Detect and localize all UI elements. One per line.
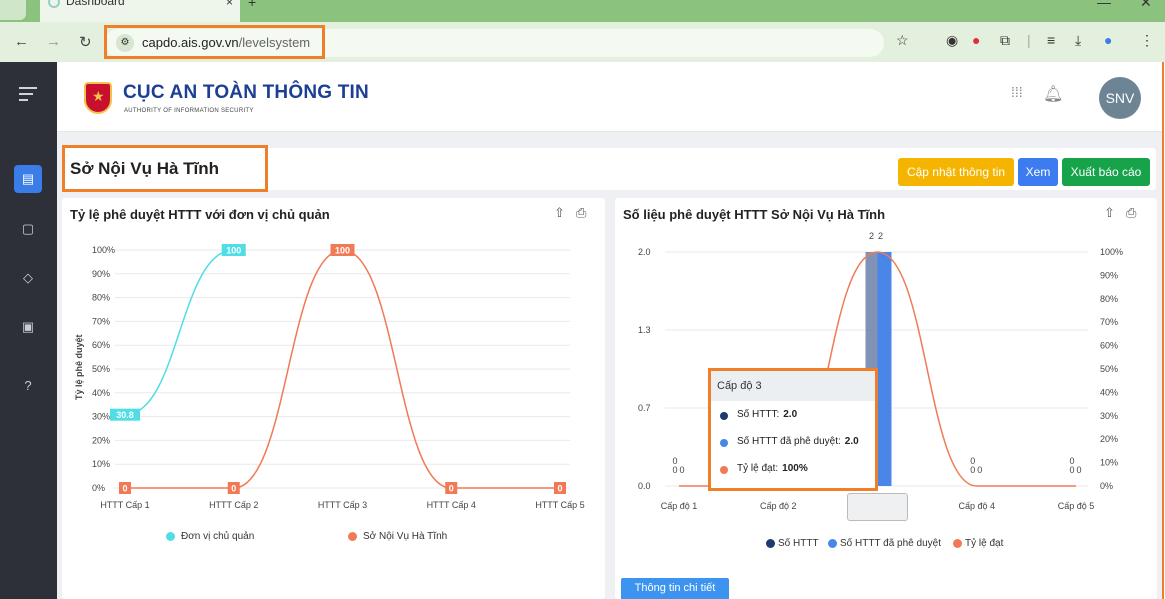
legend-dot-icon: [720, 466, 728, 474]
active-category-highlight[interactable]: [847, 493, 908, 521]
export-report-button[interactable]: Xuất báo cáo: [1062, 158, 1150, 186]
tooltip-value: 100%: [782, 463, 808, 474]
tooltip-row: Số HTTT: 2.0: [711, 401, 875, 428]
apps-grid-icon[interactable]: ⁞⁞⁞: [1011, 84, 1023, 100]
app-header: ★ CỤC AN TOÀN THÔNG TIN AUTHORITY OF INF…: [57, 62, 1162, 132]
browser-tab[interactable]: Dashboard ×: [40, 0, 240, 22]
download-icon[interactable]: ⤓: [1075, 32, 1081, 49]
org-name: CỤC AN TOÀN THÔNG TIN: [123, 82, 369, 103]
org-subtitle: AUTHORITY OF INFORMATION SECURITY: [124, 108, 254, 114]
legend-dot-icon: [828, 538, 837, 548]
legend-item[interactable]: Đơn vị chủ quản: [166, 531, 254, 542]
tab-close-icon[interactable]: ×: [226, 0, 233, 9]
star-icon: ★: [92, 88, 105, 104]
scrollbar[interactable]: [1162, 62, 1164, 599]
tab-title: Dashboard: [66, 0, 125, 8]
close-window-icon[interactable]: ✕: [1140, 0, 1152, 11]
tooltip-label: Số HTTT đã phê duyệt:: [737, 436, 841, 447]
tooltip-label: Số HTTT:: [737, 409, 780, 420]
sidebar: ▤ ▢ ◇ ▣ ?: [0, 62, 57, 599]
sidebar-item-approval[interactable]: ◇: [14, 264, 42, 292]
browser-tab-strip: Dashboard × + — ✕: [0, 0, 1165, 22]
toolbar-divider: |: [1027, 32, 1031, 48]
profile-icon[interactable]: ●: [1104, 32, 1112, 48]
browser-toolbar: ← → ↻ ⚙ capdo.ais.gov.vn/levelsystem ☆ ◉…: [0, 22, 1165, 62]
update-info-button[interactable]: Cập nhật thông tin: [898, 158, 1014, 186]
legend-item[interactable]: Tỷ lệ đạt: [953, 538, 1003, 549]
legend-dot-icon: [348, 531, 357, 541]
bell-icon[interactable]: 🔔︎: [1043, 84, 1063, 104]
legend-dot-icon: [953, 538, 962, 548]
tooltip-title: Cấp độ 3: [711, 371, 875, 401]
legend-label: Tỷ lệ đạt: [965, 538, 1004, 549]
tab-search-button[interactable]: [0, 0, 26, 20]
tab-favicon-icon: [48, 0, 60, 8]
bookmark-star-icon[interactable]: ☆: [896, 32, 909, 49]
agency-logo[interactable]: ★: [84, 82, 112, 114]
approval-rate-card: Tỷ lệ phê duyệt HTTT với đơn vị chủ quản…: [62, 198, 605, 599]
legend-dot-icon: [766, 538, 775, 548]
tooltip-value: 2.0: [783, 409, 798, 420]
export-chart-icon[interactable]: ⇧: [1104, 205, 1115, 221]
new-tab-button[interactable]: +: [248, 0, 256, 10]
menu-toggle-icon[interactable]: [19, 87, 37, 101]
legend-dot-icon: [166, 531, 175, 541]
legend-label: Số HTTT đã phê duyệt: [840, 538, 941, 549]
extension-icon[interactable]: ◉: [946, 32, 958, 49]
sidebar-item-systems[interactable]: ▢: [14, 215, 42, 243]
reading-list-icon[interactable]: ≡: [1047, 32, 1055, 48]
sidebar-item-dashboard[interactable]: ▤: [14, 165, 42, 193]
legend-item[interactable]: Sở Nội Vụ Hà Tĩnh: [348, 531, 447, 542]
reload-icon[interactable]: ↻: [79, 33, 92, 51]
sidebar-item-documents[interactable]: ▣: [14, 313, 42, 341]
legend-label: Đơn vị chủ quản: [181, 531, 255, 542]
legend-dot-icon: [720, 439, 728, 447]
tooltip-value: 2.0: [844, 436, 859, 447]
legend-label: Sở Nội Vụ Hà Tĩnh: [363, 531, 448, 542]
legend-label: Số HTTT: [778, 538, 819, 549]
tooltip-row: Tỷ lệ đạt: 100%: [711, 455, 875, 482]
tooltip-row: Số HTTT đã phê duyệt: 2.0: [711, 428, 875, 455]
print-chart-icon[interactable]: ⎙: [576, 205, 586, 221]
minimize-icon[interactable]: —: [1097, 0, 1111, 10]
left-chart-title: Tỷ lệ phê duyệt HTTT với đơn vị chủ quản: [70, 207, 330, 222]
view-button[interactable]: Xem: [1018, 158, 1058, 186]
legend-dot-icon: [720, 412, 728, 420]
forward-icon[interactable]: →: [46, 33, 61, 50]
tooltip-label: Tỷ lệ đạt:: [737, 463, 779, 474]
right-chart-title: Số liệu phê duyệt HTTT Sở Nội Vụ Hà Tĩnh: [623, 207, 886, 222]
title-highlight-box: [62, 145, 268, 192]
adblock-icon[interactable]: ●: [972, 32, 980, 48]
back-icon[interactable]: ←: [14, 33, 29, 50]
url-highlight-box: [104, 25, 325, 59]
avatar[interactable]: SNV: [1099, 77, 1141, 119]
sidebar-item-help[interactable]: ?: [14, 372, 42, 400]
print-chart-icon[interactable]: ⎙: [1126, 205, 1136, 221]
export-chart-icon[interactable]: ⇧: [554, 205, 565, 221]
detail-info-button[interactable]: Thông tin chi tiết: [621, 578, 729, 599]
menu-kebab-icon[interactable]: ⋮: [1140, 32, 1154, 49]
legend-item[interactable]: Số HTTT đã phê duyệt: [828, 538, 941, 549]
legend-item[interactable]: Số HTTT: [766, 538, 819, 549]
extensions-puzzle-icon[interactable]: ⧉: [1000, 32, 1010, 49]
chart-tooltip: Cấp độ 3 Số HTTT: 2.0 Số HTTT đã phê duyệ…: [708, 368, 878, 491]
